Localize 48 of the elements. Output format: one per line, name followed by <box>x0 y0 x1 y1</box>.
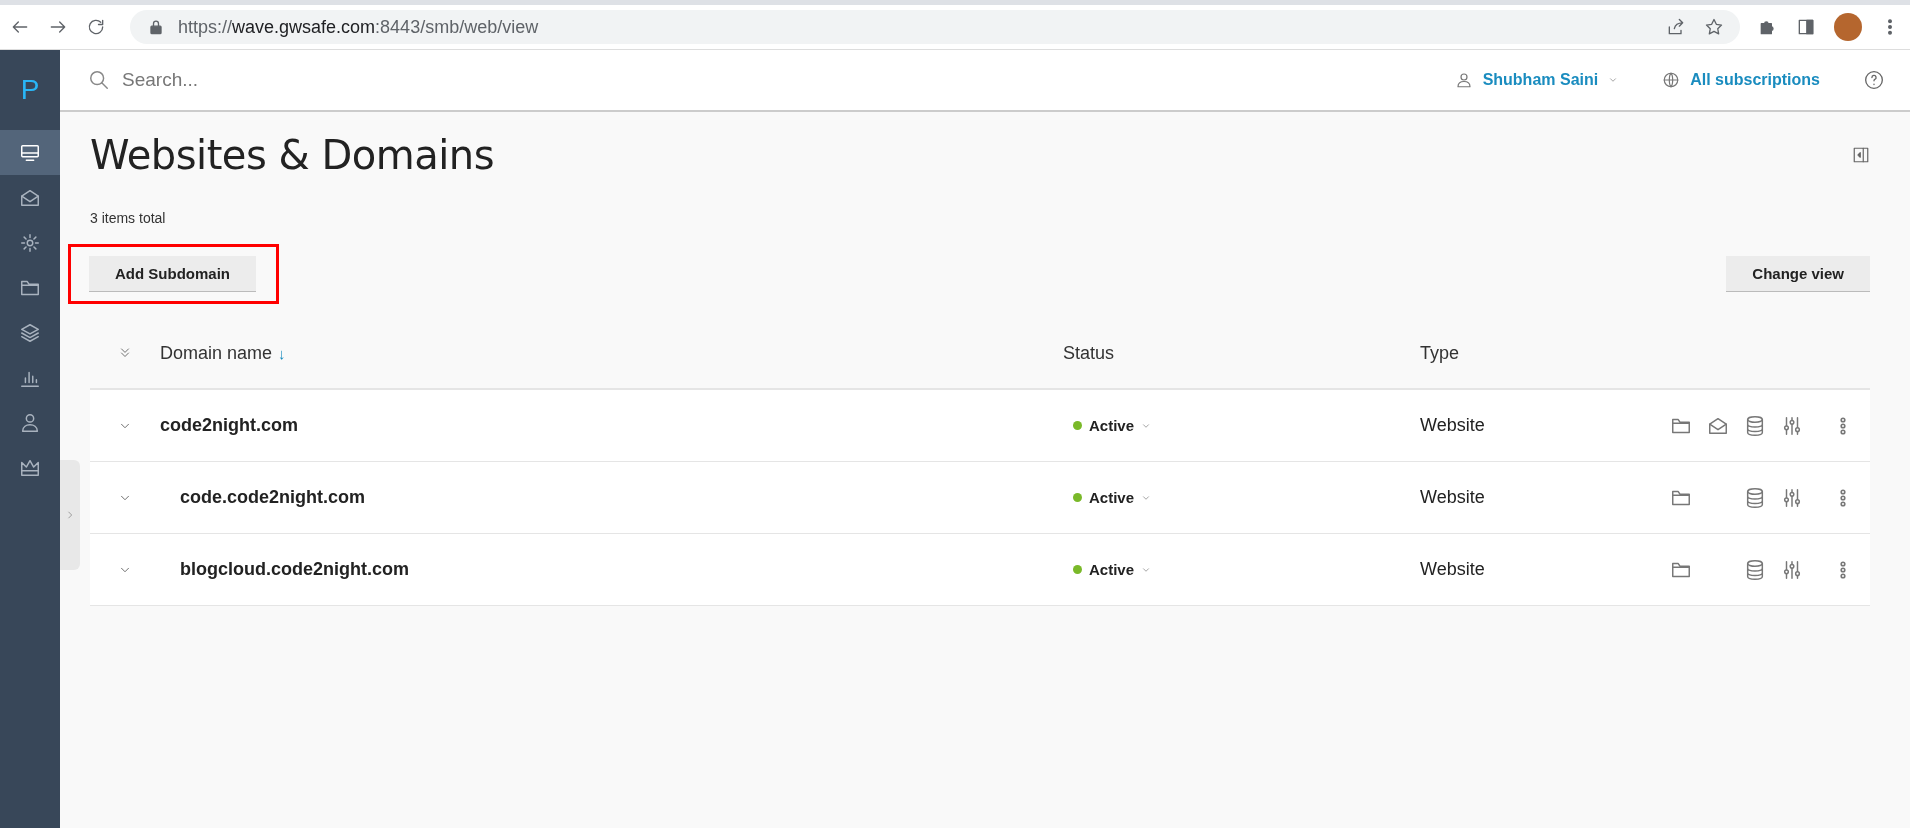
more-vertical-icon[interactable] <box>1840 415 1846 436</box>
type-cell-text: Website <box>1420 415 1486 436</box>
search-field[interactable]: Search... <box>120 68 424 92</box>
domain-link[interactable]: blogcloud.code2night.com <box>160 559 409 579</box>
more-vertical-icon[interactable] <box>1840 487 1846 508</box>
globe-icon <box>1662 71 1681 89</box>
chevron-right-icon <box>65 510 75 520</box>
share-icon[interactable] <box>1666 17 1686 37</box>
sliders-icon[interactable] <box>1781 486 1803 509</box>
status-label[interactable]: Active <box>1089 561 1135 578</box>
database-icon[interactable] <box>1744 486 1766 509</box>
type-cell-text: Website <box>1420 559 1486 580</box>
layers-icon <box>19 321 41 344</box>
domain-link[interactable]: code2night.com <box>160 415 298 435</box>
help-icon[interactable] <box>1864 70 1884 90</box>
side-panel-icon[interactable] <box>1796 17 1816 37</box>
logo[interactable]: P <box>20 74 40 106</box>
domain-link[interactable]: code.code2night.com <box>160 487 366 507</box>
items-count: 3 items total <box>90 210 167 226</box>
star-icon[interactable] <box>1704 17 1724 37</box>
address-bar[interactable]: https://wave.gwsafe.com:8443/smb/web/view <box>130 10 1740 44</box>
status-label[interactable]: Active <box>1089 489 1135 506</box>
chevron-down-icon <box>1608 75 1619 85</box>
avatar[interactable] <box>1834 13 1862 41</box>
status-label[interactable]: Active <box>1089 417 1135 434</box>
url-text: https://wave.gwsafe.com:8443/smb/web/view <box>178 16 539 38</box>
column-header[interactable]: Domain name ↓ <box>160 342 1063 364</box>
expand-all-icon[interactable] <box>118 346 132 360</box>
settings-icon <box>19 231 41 254</box>
panel-toggle-icon[interactable] <box>1852 146 1870 164</box>
sliders-icon[interactable] <box>1781 558 1803 581</box>
column-header[interactable]: Status <box>1063 342 1420 364</box>
change-view-button[interactable]: Change view <box>1726 256 1870 292</box>
user-icon <box>19 411 41 434</box>
more-vertical-icon[interactable] <box>1840 559 1846 580</box>
type-cell-text: Website <box>1420 487 1486 508</box>
reload-icon[interactable] <box>86 17 106 37</box>
search-icon <box>88 69 110 91</box>
database-icon[interactable] <box>1744 558 1766 581</box>
add-subdomain-button[interactable]: Add Subdomain <box>89 256 256 292</box>
sidebar-item[interactable] <box>0 130 60 175</box>
user-menu-link[interactable]: Shubham Saini <box>1482 71 1599 89</box>
subscriptions-link[interactable]: All subscriptions <box>1690 71 1820 89</box>
column-header[interactable]: Type <box>1420 342 1670 364</box>
database-icon[interactable] <box>1744 414 1766 437</box>
page-title: Websites & Domains <box>90 132 494 178</box>
sliders-icon[interactable] <box>1781 414 1803 437</box>
user-icon <box>1454 71 1473 89</box>
